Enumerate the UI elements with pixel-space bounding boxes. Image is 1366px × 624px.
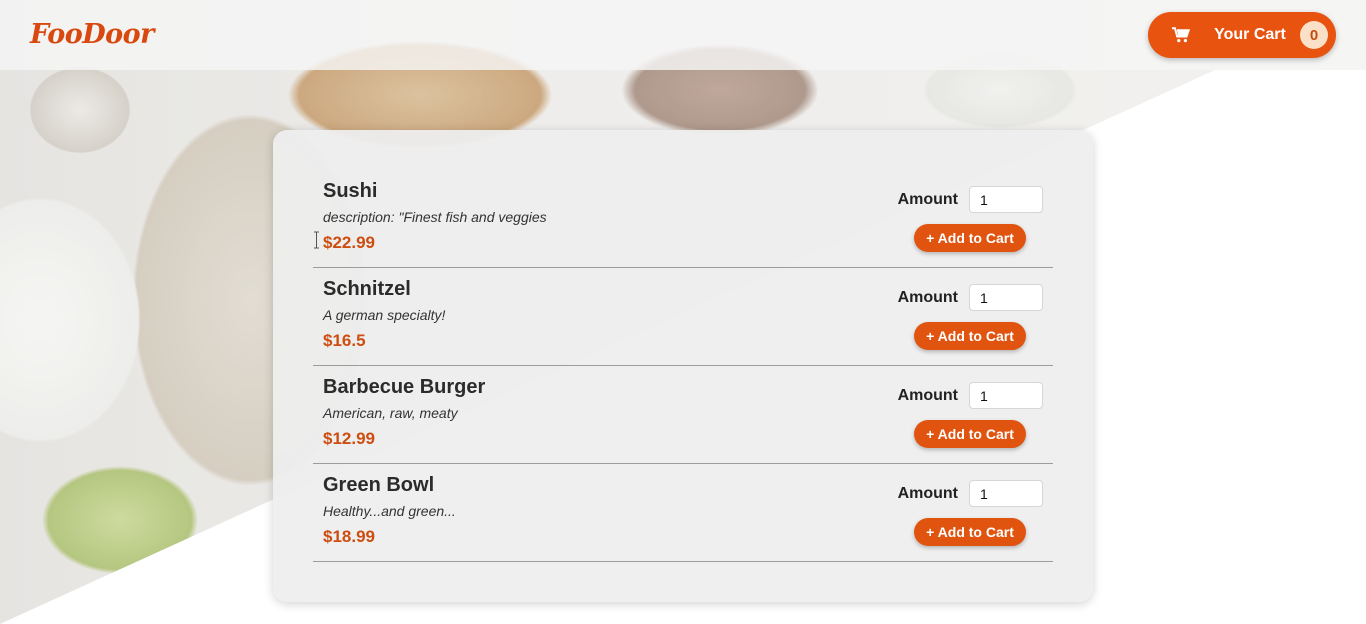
amount-row: Amount	[887, 284, 1043, 311]
meals-card: Sushi description: "Finest fish and vegg…	[273, 130, 1093, 602]
meal-form: Amount + Add to Cart	[887, 382, 1043, 448]
amount-label: Amount	[897, 288, 958, 306]
meal-form: Amount + Add to Cart	[887, 186, 1043, 252]
amount-input[interactable]	[969, 480, 1043, 507]
logo[interactable]: FooDoor	[30, 19, 154, 50]
amount-input[interactable]	[969, 382, 1043, 409]
cart-button[interactable]: Your Cart 0	[1148, 12, 1336, 58]
add-to-cart-button[interactable]: + Add to Cart	[914, 224, 1026, 252]
meal-item: Schnitzel A german specialty! $16.5 Amou…	[313, 268, 1053, 366]
amount-row: Amount	[887, 480, 1043, 507]
amount-label: Amount	[897, 386, 958, 404]
site-header: FooDoor Your Cart 0	[0, 0, 1366, 70]
amount-input[interactable]	[969, 284, 1043, 311]
meal-item: Barbecue Burger American, raw, meaty $12…	[313, 366, 1053, 464]
amount-row: Amount	[887, 382, 1043, 409]
cart-label: Your Cart	[1214, 26, 1286, 43]
meal-form: Amount + Add to Cart	[887, 284, 1043, 350]
meal-item: Sushi description: "Finest fish and vegg…	[313, 170, 1053, 268]
meal-form: Amount + Add to Cart	[887, 480, 1043, 546]
add-to-cart-button[interactable]: + Add to Cart	[914, 420, 1026, 448]
amount-label: Amount	[897, 190, 958, 208]
add-to-cart-button[interactable]: + Add to Cart	[914, 518, 1026, 546]
meal-item: Green Bowl Healthy...and green... $18.99…	[313, 464, 1053, 562]
text-cursor-icon	[314, 231, 319, 249]
cart-count-badge: 0	[1300, 21, 1328, 49]
amount-row: Amount	[887, 186, 1043, 213]
cart-icon	[1172, 27, 1190, 43]
add-to-cart-button[interactable]: + Add to Cart	[914, 322, 1026, 350]
amount-input[interactable]	[969, 186, 1043, 213]
amount-label: Amount	[897, 484, 958, 502]
